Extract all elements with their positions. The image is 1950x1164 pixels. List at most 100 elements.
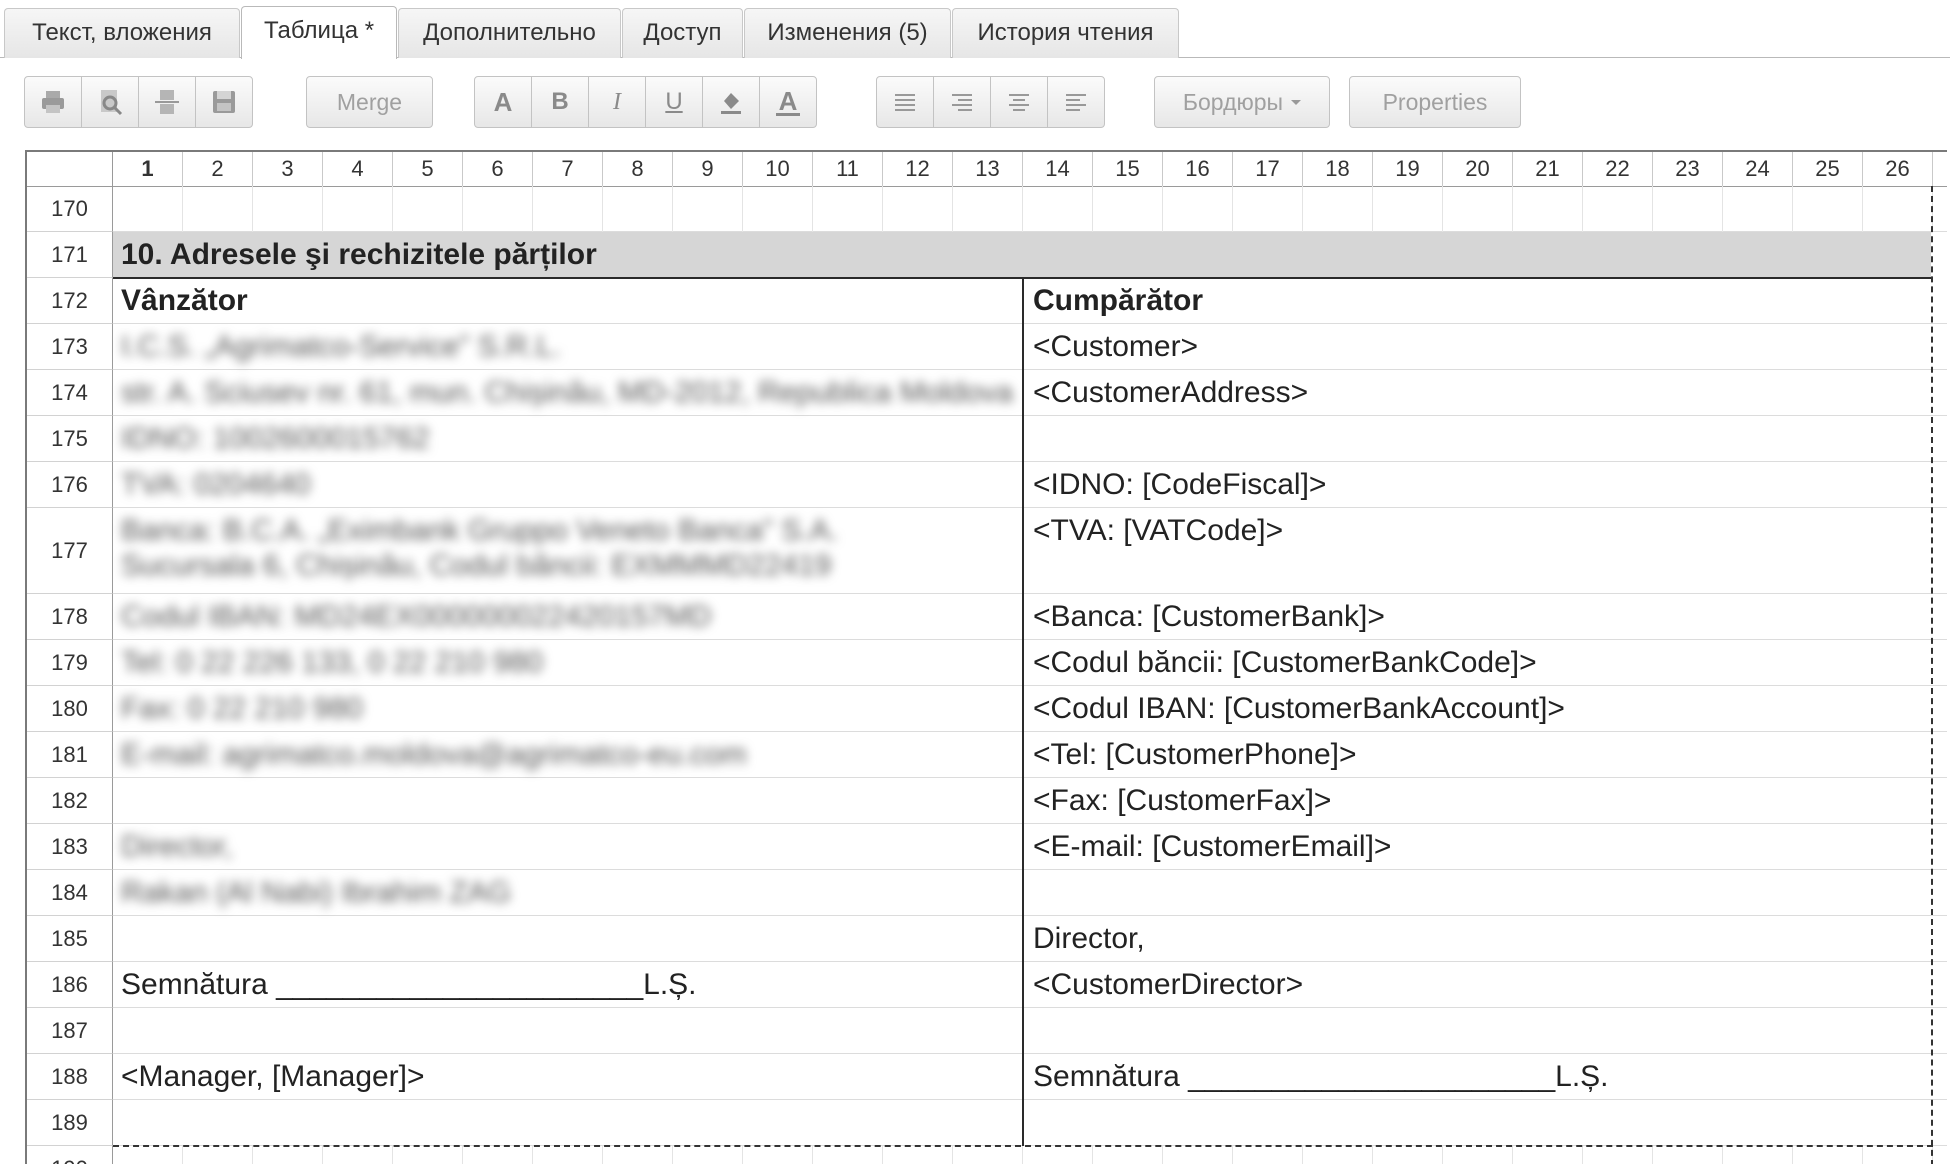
italic-button[interactable]: I <box>588 76 646 128</box>
borders-dropdown-button[interactable]: Бордюры <box>1154 76 1330 128</box>
underline-button[interactable]: U <box>645 76 703 128</box>
seller-cell[interactable]: E-mail: agrimatco.moldova@agrimatco-eu.c… <box>121 733 747 777</box>
row-header-180[interactable]: 180 <box>27 686 113 732</box>
column-header-15[interactable]: 15 <box>1093 152 1163 186</box>
column-header-20[interactable]: 20 <box>1443 152 1513 186</box>
align-right-button[interactable] <box>933 76 991 128</box>
column-header-10[interactable]: 10 <box>743 152 813 186</box>
row-header-183[interactable]: 183 <box>27 824 113 870</box>
spreadsheet-grid[interactable]: 1 2 3 4 5 6 7 8 9 10 11 12 13 14 15 16 17 18 19 20 21 22 23 24 2… <box>25 150 1947 1164</box>
column-header-4[interactable]: 4 <box>323 152 393 186</box>
row-header-171[interactable]: 171 <box>27 232 113 278</box>
tab-changes[interactable]: Изменения (5) <box>744 8 951 58</box>
row-header-189[interactable]: 189 <box>27 1100 113 1146</box>
tab-text-attachments[interactable]: Текст, вложения <box>4 8 240 58</box>
row-header-173[interactable]: 173 <box>27 324 113 370</box>
seller-cell[interactable]: I.C.S. „Agrimatco-Service” S.R.L. <box>121 325 561 369</box>
tab-reading-history[interactable]: История чтения <box>952 8 1179 58</box>
buyer-cell[interactable]: <Fax: [CustomerFax]> <box>1033 779 1331 823</box>
row-header-178[interactable]: 178 <box>27 594 113 640</box>
row-header-185[interactable]: 185 <box>27 916 113 962</box>
table-row[interactable] <box>113 462 1947 508</box>
table-row[interactable] <box>113 824 1947 870</box>
tab-table[interactable]: Таблица * <box>241 6 397 59</box>
row-header-188[interactable]: 188 <box>27 1054 113 1100</box>
row-header-190[interactable]: 190 <box>27 1146 113 1164</box>
column-header-9[interactable]: 9 <box>673 152 743 186</box>
buyer-cell[interactable]: Semnătura ______________________L.Ș. <box>1033 1055 1609 1099</box>
column-header-8[interactable]: 8 <box>603 152 673 186</box>
column-header-1[interactable]: 1 <box>113 152 183 186</box>
column-header-26[interactable]: 26 <box>1863 152 1933 186</box>
column-header-13[interactable]: 13 <box>953 152 1023 186</box>
table-row[interactable] <box>113 916 1947 962</box>
align-justify-button[interactable] <box>876 76 934 128</box>
page-break-button[interactable] <box>138 76 196 128</box>
fill-color-button[interactable] <box>702 76 760 128</box>
row-header-182[interactable]: 182 <box>27 778 113 824</box>
column-header-17[interactable]: 17 <box>1233 152 1303 186</box>
buyer-cell[interactable]: <Codul băncii: [CustomerBankCode]> <box>1033 641 1537 685</box>
column-header-16[interactable]: 16 <box>1163 152 1233 186</box>
seller-cell[interactable]: Rakan (Al Nabi) Ibrahim ZAG <box>121 871 511 915</box>
seller-cell[interactable]: Director, <box>121 825 233 869</box>
font-button[interactable]: A <box>474 76 532 128</box>
bold-button[interactable]: B <box>531 76 589 128</box>
buyer-cell[interactable]: <Customer> <box>1033 325 1198 369</box>
seller-cell[interactable]: Tel: 0 22 226 133, 0 22 210 980 <box>121 641 543 685</box>
seller-cell[interactable]: Fax: 0 22 210 980 <box>121 687 363 731</box>
buyer-cell[interactable]: <Codul IBAN: [CustomerBankAccount]> <box>1033 687 1565 731</box>
buyer-cell[interactable]: Director, <box>1033 917 1145 961</box>
buyer-cell[interactable]: <IDNO: [CodeFiscal]> <box>1033 463 1326 507</box>
row-header-176[interactable]: 176 <box>27 462 113 508</box>
column-header-18[interactable]: 18 <box>1303 152 1373 186</box>
seller-heading[interactable]: Vânzător <box>121 279 248 323</box>
save-button[interactable] <box>195 76 253 128</box>
table-row[interactable] <box>113 686 1947 732</box>
seller-cell[interactable]: Codul IBAN: MD24EX000000022420157MD <box>121 595 711 639</box>
seller-cell[interactable]: Sucursala 6, Chișinău, Codul băncii: EXM… <box>121 544 831 588</box>
row-header-179[interactable]: 179 <box>27 640 113 686</box>
text-color-button[interactable]: A <box>759 76 817 128</box>
column-header-7[interactable]: 7 <box>533 152 603 186</box>
buyer-cell[interactable]: <CustomerAddress> <box>1033 371 1308 415</box>
buyer-cell[interactable]: <CustomerDirector> <box>1033 963 1303 1007</box>
buyer-cell[interactable]: <E-mail: [CustomerEmail]> <box>1033 825 1391 869</box>
row-header-177[interactable]: 177 <box>27 508 113 594</box>
column-header-12[interactable]: 12 <box>883 152 953 186</box>
align-left-button[interactable] <box>1047 76 1105 128</box>
buyer-heading[interactable]: Cumpărător <box>1033 279 1203 323</box>
table-row[interactable] <box>113 778 1947 824</box>
seller-cell[interactable]: IDNO: 1002600015762 <box>121 417 430 461</box>
seller-cell[interactable]: <Manager, [Manager]> <box>121 1055 425 1099</box>
properties-button[interactable]: Properties <box>1349 76 1521 128</box>
table-row[interactable] <box>113 1100 1947 1146</box>
seller-cell[interactable]: Semnătura ______________________L.Ș. <box>121 963 697 1007</box>
align-center-button[interactable] <box>990 76 1048 128</box>
column-header-24[interactable]: 24 <box>1723 152 1793 186</box>
buyer-cell[interactable]: <Tel: [CustomerPhone]> <box>1033 733 1357 777</box>
table-row[interactable] <box>113 1146 1947 1164</box>
row-header-174[interactable]: 174 <box>27 370 113 416</box>
merge-button[interactable]: Merge <box>306 76 433 128</box>
print-button[interactable] <box>24 76 82 128</box>
grid-corner[interactable] <box>27 152 113 186</box>
row-header-175[interactable]: 175 <box>27 416 113 462</box>
table-row[interactable] <box>113 1008 1947 1054</box>
column-header-3[interactable]: 3 <box>253 152 323 186</box>
tab-additional[interactable]: Дополнительно <box>398 8 621 58</box>
row-header-170[interactable]: 170 <box>27 186 113 232</box>
tab-access[interactable]: Доступ <box>622 8 743 58</box>
buyer-cell[interactable]: <Banca: [CustomerBank]> <box>1033 595 1385 639</box>
column-header-21[interactable]: 21 <box>1513 152 1583 186</box>
seller-cell[interactable]: str. A. Sciusev nr. 61, mun. Chișinău, M… <box>121 371 1013 415</box>
column-header-2[interactable]: 2 <box>183 152 253 186</box>
table-row[interactable] <box>113 186 1947 232</box>
row-header-186[interactable]: 186 <box>27 962 113 1008</box>
row-header-187[interactable]: 187 <box>27 1008 113 1054</box>
buyer-cell[interactable]: <TVA: [VATCode]> <box>1033 509 1283 553</box>
row-header-172[interactable]: 172 <box>27 278 113 324</box>
column-header-25[interactable]: 25 <box>1793 152 1863 186</box>
print-preview-button[interactable] <box>81 76 139 128</box>
column-header-19[interactable]: 19 <box>1373 152 1443 186</box>
